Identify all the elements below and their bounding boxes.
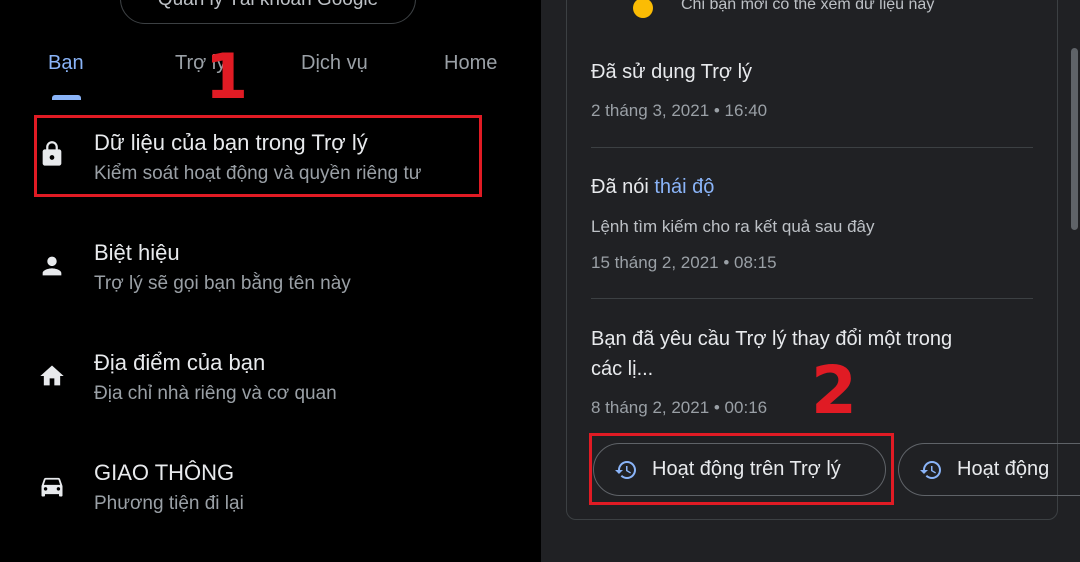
list-item-subtitle: Trợ lý sẽ gọi bạn bằng tên này [94,273,351,294]
chip-label: Hoạt động [957,458,1050,480]
activity-time: 8 tháng 2, 2021 • 00:16 [591,398,768,417]
activity-title[interactable]: Đã sử dụng Trợ lý [591,61,752,84]
activity-subtitle: Lệnh tìm kiếm cho ra kết quả sau đây [591,217,875,236]
history-icon [920,461,941,479]
tab-bar: Bạn Trợ lý Dịch vụ Home [0,52,541,102]
annotation-box-step1 [34,115,482,197]
tab-home[interactable]: Home [444,52,497,75]
tab-ban[interactable]: Bạn [48,52,84,75]
tab-dich-vu[interactable]: Dịch vụ [301,52,368,75]
annotation-box-step2 [589,433,894,505]
active-tab-indicator [52,95,81,100]
scrollbar[interactable] [1071,48,1078,230]
divider [591,147,1033,148]
list-item-subtitle: Phương tiện đi lại [94,493,244,514]
activity-chip[interactable]: Hoạt động [898,443,1080,496]
activity-time: 2 tháng 3, 2021 • 16:40 [591,101,768,120]
activity-title-prefix: Đã nói [591,176,655,198]
activity-query-link[interactable]: thái độ [654,176,714,198]
list-item-title: GIAO THÔNG [94,460,235,485]
manage-google-account-button[interactable]: Quản lý Tài khoản Google [120,0,416,24]
annotation-number-step1: 1 [205,40,249,113]
settings-pane: Quản lý Tài khoản Google Bạn Trợ lý Dịch… [0,0,541,562]
annotation-number-step2: 2 [811,352,857,429]
list-item-subtitle: Địa chỉ nhà riêng và cơ quan [94,383,337,404]
divider [591,298,1033,299]
home-icon [40,365,64,386]
car-icon [41,477,63,497]
list-item-title: Địa điểm của bạn [94,350,266,375]
activity-title[interactable]: Bạn đã yêu cầu Trợ lý thay đổi một trong [591,328,952,351]
list-item-transportation[interactable]: GIAO THÔNG Phương tiện đi lại [0,450,541,530]
activity-title[interactable]: Đã nói thái độ [591,176,714,199]
activity-title-continued[interactable]: các lị... [591,358,653,381]
activity-time: 15 tháng 2, 2021 • 08:15 [591,253,777,272]
list-item-nickname[interactable]: Biệt hiệu Trợ lý sẽ gọi bạn bằng tên này [0,230,541,310]
list-item-your-places[interactable]: Địa điểm của bạn Địa chỉ nhà riêng và cơ… [0,340,541,420]
visibility-note: Chỉ bạn mới có thể xem dữ liệu này [681,0,935,13]
person-icon [42,256,62,276]
list-item-title: Biệt hiệu [94,240,180,265]
